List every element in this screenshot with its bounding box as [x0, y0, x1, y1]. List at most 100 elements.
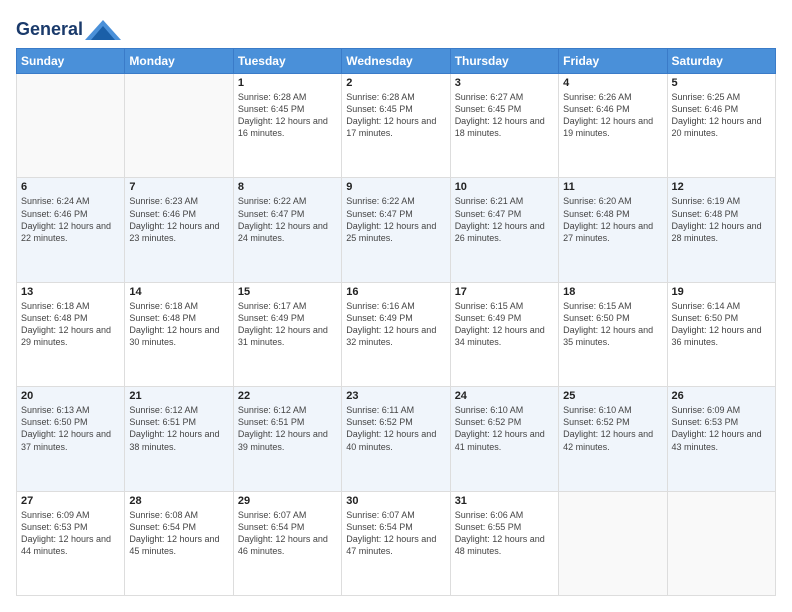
day-info: Sunrise: 6:27 AM Sunset: 6:45 PM Dayligh… — [455, 91, 554, 140]
calendar-cell: 10 Sunrise: 6:21 AM Sunset: 6:47 PM Dayli… — [450, 178, 558, 282]
day-number: 16 — [346, 286, 445, 298]
day-info: Sunrise: 6:22 AM Sunset: 6:47 PM Dayligh… — [238, 195, 337, 244]
logo: General — [16, 16, 121, 40]
calendar-cell: 31 Sunrise: 6:06 AM Sunset: 6:55 PM Dayli… — [450, 491, 558, 595]
day-number: 12 — [672, 181, 771, 193]
day-number: 9 — [346, 181, 445, 193]
day-number: 14 — [129, 286, 228, 298]
calendar-cell — [667, 491, 775, 595]
day-header-wednesday: Wednesday — [342, 49, 450, 74]
day-info: Sunrise: 6:10 AM Sunset: 6:52 PM Dayligh… — [455, 404, 554, 453]
day-info: Sunrise: 6:22 AM Sunset: 6:47 PM Dayligh… — [346, 195, 445, 244]
day-number: 25 — [563, 390, 662, 402]
day-info: Sunrise: 6:18 AM Sunset: 6:48 PM Dayligh… — [21, 300, 120, 349]
day-number: 18 — [563, 286, 662, 298]
day-info: Sunrise: 6:10 AM Sunset: 6:52 PM Dayligh… — [563, 404, 662, 453]
calendar-cell: 21 Sunrise: 6:12 AM Sunset: 6:51 PM Dayli… — [125, 387, 233, 491]
day-info: Sunrise: 6:20 AM Sunset: 6:48 PM Dayligh… — [563, 195, 662, 244]
day-number: 21 — [129, 390, 228, 402]
calendar-cell: 5 Sunrise: 6:25 AM Sunset: 6:46 PM Daylig… — [667, 74, 775, 178]
calendar-cell: 25 Sunrise: 6:10 AM Sunset: 6:52 PM Dayli… — [559, 387, 667, 491]
day-info: Sunrise: 6:12 AM Sunset: 6:51 PM Dayligh… — [129, 404, 228, 453]
header: General — [16, 16, 776, 40]
day-number: 17 — [455, 286, 554, 298]
week-row-4: 20 Sunrise: 6:13 AM Sunset: 6:50 PM Dayli… — [17, 387, 776, 491]
calendar-cell: 16 Sunrise: 6:16 AM Sunset: 6:49 PM Dayli… — [342, 282, 450, 386]
calendar-cell: 14 Sunrise: 6:18 AM Sunset: 6:48 PM Dayli… — [125, 282, 233, 386]
day-number: 26 — [672, 390, 771, 402]
week-row-5: 27Sunrise: 6:09 AM Sunset: 6:53 PM Dayli… — [17, 491, 776, 595]
calendar-cell: 2Sunrise: 6:28 AM Sunset: 6:45 PM Daylig… — [342, 74, 450, 178]
day-info: Sunrise: 6:18 AM Sunset: 6:48 PM Dayligh… — [129, 300, 228, 349]
day-info: Sunrise: 6:28 AM Sunset: 6:45 PM Dayligh… — [238, 91, 337, 140]
day-number: 5 — [672, 77, 771, 89]
day-info: Sunrise: 6:15 AM Sunset: 6:50 PM Dayligh… — [563, 300, 662, 349]
calendar-cell — [125, 74, 233, 178]
day-info: Sunrise: 6:07 AM Sunset: 6:54 PM Dayligh… — [238, 509, 337, 558]
calendar-cell: 20 Sunrise: 6:13 AM Sunset: 6:50 PM Dayli… — [17, 387, 125, 491]
week-row-1: 1 Sunrise: 6:28 AM Sunset: 6:45 PM Daylig… — [17, 74, 776, 178]
calendar-cell: 19 Sunrise: 6:14 AM Sunset: 6:50 PM Dayli… — [667, 282, 775, 386]
day-info: Sunrise: 6:17 AM Sunset: 6:49 PM Dayligh… — [238, 300, 337, 349]
day-info: Sunrise: 6:25 AM Sunset: 6:46 PM Dayligh… — [672, 91, 771, 140]
day-number: 24 — [455, 390, 554, 402]
day-number: 27 — [21, 495, 120, 507]
calendar-cell: 3 Sunrise: 6:27 AM Sunset: 6:45 PM Daylig… — [450, 74, 558, 178]
day-header-saturday: Saturday — [667, 49, 775, 74]
day-number: 6 — [21, 181, 120, 193]
day-header-monday: Monday — [125, 49, 233, 74]
day-number: 11 — [563, 181, 662, 193]
day-number: 10 — [455, 181, 554, 193]
day-info: Sunrise: 6:07 AM Sunset: 6:54 PM Dayligh… — [346, 509, 445, 558]
day-number: 3 — [455, 77, 554, 89]
day-header-thursday: Thursday — [450, 49, 558, 74]
calendar-cell: 22 Sunrise: 6:12 AM Sunset: 6:51 PM Dayli… — [233, 387, 341, 491]
day-info: Sunrise: 6:12 AM Sunset: 6:51 PM Dayligh… — [238, 404, 337, 453]
day-number: 19 — [672, 286, 771, 298]
day-info: Sunrise: 6:15 AM Sunset: 6:49 PM Dayligh… — [455, 300, 554, 349]
day-info: Sunrise: 6:13 AM Sunset: 6:50 PM Dayligh… — [21, 404, 120, 453]
day-info: Sunrise: 6:06 AM Sunset: 6:55 PM Dayligh… — [455, 509, 554, 558]
calendar-cell: 30 Sunrise: 6:07 AM Sunset: 6:54 PM Dayli… — [342, 491, 450, 595]
day-info: Sunrise: 6:24 AM Sunset: 6:46 PM Dayligh… — [21, 195, 120, 244]
day-info: Sunrise: 6:16 AM Sunset: 6:49 PM Dayligh… — [346, 300, 445, 349]
calendar-cell: 29 Sunrise: 6:07 AM Sunset: 6:54 PM Dayli… — [233, 491, 341, 595]
days-header-row: SundayMondayTuesdayWednesdayThursdayFrid… — [17, 49, 776, 74]
calendar-cell: 28 Sunrise: 6:08 AM Sunset: 6:54 PM Dayli… — [125, 491, 233, 595]
day-number: 8 — [238, 181, 337, 193]
calendar-cell: 18 Sunrise: 6:15 AM Sunset: 6:50 PM Dayli… — [559, 282, 667, 386]
day-number: 1 — [238, 77, 337, 89]
calendar-cell: 13 Sunrise: 6:18 AM Sunset: 6:48 PM Dayli… — [17, 282, 125, 386]
day-header-friday: Friday — [559, 49, 667, 74]
day-header-tuesday: Tuesday — [233, 49, 341, 74]
day-info: Sunrise: 6:23 AM Sunset: 6:46 PM Dayligh… — [129, 195, 228, 244]
day-number: 20 — [21, 390, 120, 402]
calendar-cell: 23Sunrise: 6:11 AM Sunset: 6:52 PM Dayli… — [342, 387, 450, 491]
day-number: 2 — [346, 77, 445, 89]
day-number: 23 — [346, 390, 445, 402]
day-info: Sunrise: 6:09 AM Sunset: 6:53 PM Dayligh… — [672, 404, 771, 453]
logo-text: General — [16, 20, 83, 40]
calendar-cell: 4Sunrise: 6:26 AM Sunset: 6:46 PM Daylig… — [559, 74, 667, 178]
day-number: 15 — [238, 286, 337, 298]
day-number: 4 — [563, 77, 662, 89]
day-number: 13 — [21, 286, 120, 298]
day-number: 31 — [455, 495, 554, 507]
logo-icon — [85, 16, 121, 44]
calendar-cell: 12 Sunrise: 6:19 AM Sunset: 6:48 PM Dayli… — [667, 178, 775, 282]
day-number: 29 — [238, 495, 337, 507]
day-number: 22 — [238, 390, 337, 402]
week-row-2: 6 Sunrise: 6:24 AM Sunset: 6:46 PM Daylig… — [17, 178, 776, 282]
day-header-sunday: Sunday — [17, 49, 125, 74]
day-info: Sunrise: 6:14 AM Sunset: 6:50 PM Dayligh… — [672, 300, 771, 349]
calendar-cell: 11 Sunrise: 6:20 AM Sunset: 6:48 PM Dayli… — [559, 178, 667, 282]
calendar: SundayMondayTuesdayWednesdayThursdayFrid… — [16, 48, 776, 596]
day-number: 28 — [129, 495, 228, 507]
calendar-cell: 9 Sunrise: 6:22 AM Sunset: 6:47 PM Daylig… — [342, 178, 450, 282]
day-number: 30 — [346, 495, 445, 507]
page: General SundayMondayTuesdayWednesdayThur… — [0, 0, 792, 612]
calendar-cell: 26 Sunrise: 6:09 AM Sunset: 6:53 PM Dayli… — [667, 387, 775, 491]
day-info: Sunrise: 6:19 AM Sunset: 6:48 PM Dayligh… — [672, 195, 771, 244]
day-info: Sunrise: 6:21 AM Sunset: 6:47 PM Dayligh… — [455, 195, 554, 244]
day-info: Sunrise: 6:08 AM Sunset: 6:54 PM Dayligh… — [129, 509, 228, 558]
